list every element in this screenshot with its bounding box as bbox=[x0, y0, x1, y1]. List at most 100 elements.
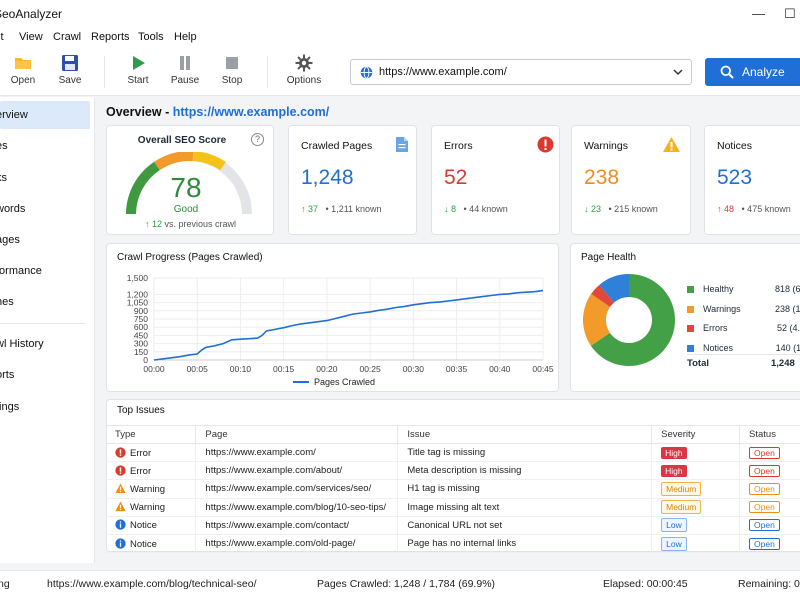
sidebar-item-issues[interactable]: es bbox=[0, 132, 90, 160]
legend-value: 818 (65.6 bbox=[774, 284, 800, 294]
sidebar-item-keywords[interactable]: words bbox=[0, 195, 90, 223]
issue-type: Warning bbox=[130, 483, 166, 495]
url-value: https://www.example.com/ bbox=[379, 66, 507, 78]
notices-delta: ↑ 48 bbox=[717, 204, 735, 214]
sidebar-item-label: es bbox=[0, 140, 8, 152]
severity-badge: High bbox=[661, 464, 687, 477]
sidebar-item-label: ks bbox=[0, 172, 7, 184]
notices-known: • 475 known bbox=[741, 204, 791, 214]
series-line-pages-crawled bbox=[153, 289, 544, 361]
legend-value: 140 (11.2 bbox=[775, 342, 800, 353]
crawled-pages-card: Crawled Pages 1,248 ↑ 37 • 1,211 known bbox=[288, 125, 417, 235]
severity-badge: Low bbox=[661, 536, 687, 551]
legend-swatch bbox=[687, 286, 694, 293]
table-header-row: Type Page Issue Severity Status bbox=[106, 425, 800, 444]
page-health-donut bbox=[583, 274, 675, 366]
document-icon bbox=[396, 137, 408, 152]
column-header-issue[interactable]: Issue bbox=[397, 425, 653, 444]
open-button[interactable]: Open bbox=[1, 54, 45, 86]
table-row[interactable]: Notice https://www.example.com/old-page/P… bbox=[106, 534, 800, 554]
sidebar: erview es ks words ages formance nes wl … bbox=[0, 97, 95, 563]
column-header-type[interactable]: Type bbox=[106, 425, 197, 444]
table-row[interactable]: Warning https://www.example.com/services/… bbox=[106, 479, 800, 499]
options-button[interactable]: Options bbox=[282, 54, 326, 86]
column-header-status[interactable]: Status bbox=[739, 425, 800, 444]
pause-button[interactable]: Pause bbox=[163, 54, 207, 86]
table-row[interactable]: Error https://www.example.com/about/Meta … bbox=[106, 461, 800, 481]
sidebar-item-pages[interactable]: ages bbox=[0, 226, 90, 254]
sidebar-item-label: orts bbox=[0, 369, 15, 381]
status-current-url: https://www.example.com/blog/technical-s… bbox=[47, 578, 257, 590]
sidebar-item-settings[interactable]: tings bbox=[0, 393, 90, 421]
sidebar-item-overview[interactable]: erview bbox=[0, 101, 90, 129]
table-row[interactable]: Notice https://www.example.com/contact/Ca… bbox=[106, 516, 800, 535]
issue-page-cell: https://www.example.com/about/ bbox=[195, 461, 399, 481]
sidebar-item-images[interactable]: nes bbox=[0, 288, 90, 316]
status-badge: Open bbox=[749, 501, 780, 514]
url-input[interactable]: https://www.example.com/ bbox=[350, 59, 692, 85]
sidebar-item-label: nes bbox=[0, 296, 14, 308]
minimize-button[interactable]: — bbox=[752, 6, 765, 21]
save-button[interactable]: Save bbox=[48, 54, 92, 86]
issue-type: Warning bbox=[130, 502, 166, 514]
total-value: 1,248 bbox=[771, 358, 795, 369]
sidebar-item-links[interactable]: ks bbox=[0, 164, 90, 192]
seo-score-delta-text: vs. previous crawl bbox=[164, 219, 237, 229]
status-state: ng bbox=[0, 578, 10, 590]
column-header-page[interactable]: Page bbox=[195, 425, 399, 444]
sidebar-item-label: wl History bbox=[0, 338, 44, 350]
sidebar-item-performance[interactable]: formance bbox=[0, 257, 90, 285]
menu-tools[interactable]: Tools bbox=[138, 31, 164, 43]
x-tick-label: 00:45 bbox=[532, 364, 554, 374]
menu-edit[interactable]: it bbox=[0, 31, 4, 43]
errors-sub: ↓ 8 • 44 known bbox=[444, 204, 508, 214]
issue-status-cell: Open bbox=[739, 534, 800, 554]
crawled-pages-known: • 1,211 known bbox=[325, 204, 382, 214]
stop-button[interactable]: Stop bbox=[210, 54, 254, 86]
error-icon bbox=[115, 446, 126, 458]
menu-help[interactable]: Help bbox=[174, 31, 197, 43]
issue-status-cell: Open bbox=[739, 443, 800, 463]
gear-icon bbox=[295, 54, 313, 72]
warning-icon bbox=[115, 501, 126, 512]
issue-text-cell: Image missing alt text bbox=[397, 498, 653, 517]
options-label: Options bbox=[286, 75, 322, 86]
overview-separator: - bbox=[165, 105, 170, 119]
analyze-button[interactable]: Analyze bbox=[705, 58, 800, 86]
warnings-card: Warnings 238 ↓ 23 • 215 known bbox=[571, 125, 691, 235]
sidebar-item-reports[interactable]: orts bbox=[0, 361, 90, 389]
status-badge: Open bbox=[749, 464, 780, 477]
maximize-button[interactable]: ☐ bbox=[784, 6, 796, 22]
pause-icon bbox=[180, 56, 190, 70]
crawled-pages-delta: ↑ 37 bbox=[301, 204, 319, 214]
crawl-progress-chart: 01503004506007509001,0501,2001,50000:00 0… bbox=[127, 273, 554, 387]
menu-reports[interactable]: Reports bbox=[91, 31, 130, 43]
card-title: Crawled Pages bbox=[301, 140, 373, 152]
issue-type: Notice bbox=[130, 538, 157, 550]
menu-view[interactable]: View bbox=[19, 31, 43, 43]
x-tick-label: 00:00 bbox=[143, 364, 165, 374]
issue-severity-cell: Medium bbox=[651, 479, 741, 499]
total-label: Total bbox=[687, 358, 709, 369]
globe-icon bbox=[360, 66, 373, 79]
analyze-label: Analyze bbox=[742, 65, 785, 79]
overview-url-link[interactable]: https://www.example.com/ bbox=[173, 105, 330, 119]
issue-type-cell: Warning bbox=[106, 498, 197, 517]
sidebar-item-crawl-history[interactable]: wl History bbox=[0, 330, 90, 358]
warnings-value: 238 bbox=[584, 166, 620, 189]
issue-type: Error bbox=[130, 447, 152, 459]
card-title: Errors bbox=[444, 140, 473, 152]
sidebar-item-label: ages bbox=[0, 234, 20, 246]
status-badge: Open bbox=[749, 446, 780, 459]
table-row[interactable]: Warning https://www.example.com/blog/10-s… bbox=[106, 498, 800, 517]
menu-bar: it View Crawl Reports Tools Help bbox=[0, 28, 800, 48]
column-header-severity[interactable]: Severity bbox=[651, 425, 741, 444]
table-row[interactable]: Error https://www.example.com/Title tag i… bbox=[106, 443, 800, 463]
issue-text-cell: Page has no internal links bbox=[397, 534, 653, 554]
start-button[interactable]: Start bbox=[116, 54, 160, 86]
menu-crawl[interactable]: Crawl bbox=[53, 31, 81, 43]
chevron-down-icon[interactable] bbox=[673, 69, 683, 76]
issue-page-cell: https://www.example.com/blog/10-seo-tips… bbox=[195, 498, 399, 517]
warnings-known: • 215 known bbox=[608, 204, 658, 214]
help-icon[interactable]: ? bbox=[251, 133, 264, 146]
